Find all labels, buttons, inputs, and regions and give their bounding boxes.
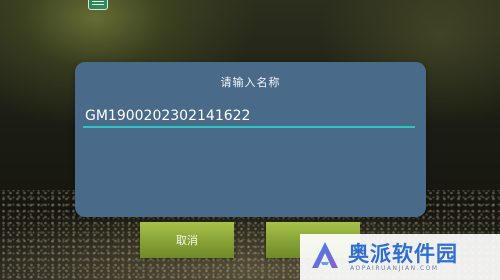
watermark-name: 奥派软件园 [348, 242, 458, 266]
watermark-url: AOPAIRUANJIAN.COM [350, 265, 439, 272]
watermark: 奥派软件园 AOPAIRUANJIAN.COM [300, 234, 500, 280]
app-icon[interactable] [88, 0, 108, 10]
name-input-dialog: 请输入名称 [75, 62, 426, 217]
game-screen: 请输入名称 取消 奥派软件园 AOPAIRUANJIAN.COM [0, 0, 500, 280]
name-input[interactable] [83, 106, 415, 128]
dialog-title: 请输入名称 [220, 76, 281, 89]
triangle-logo-icon [312, 242, 338, 268]
cancel-button[interactable]: 取消 [140, 222, 234, 258]
